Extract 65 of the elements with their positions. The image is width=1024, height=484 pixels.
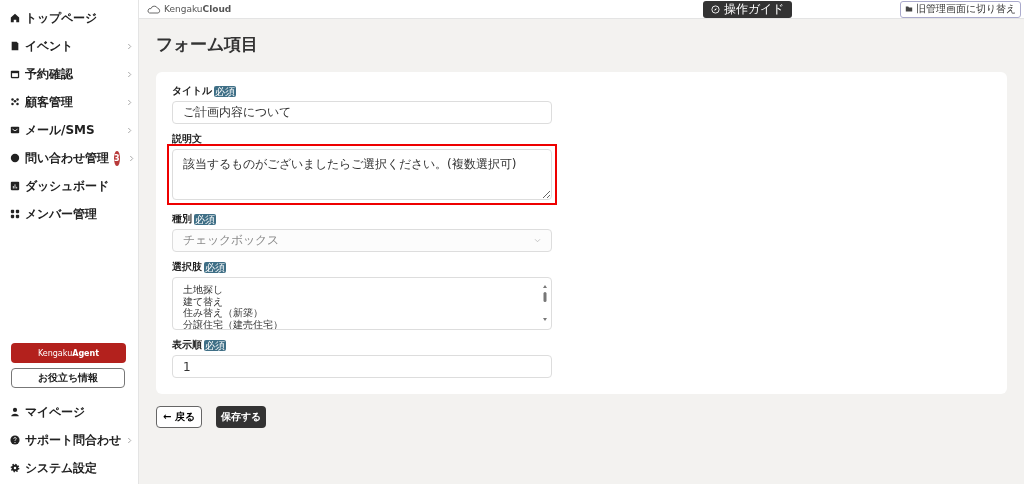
sidebar-item[interactable]: メンバー管理 bbox=[0, 200, 138, 228]
required-badge: 必須 bbox=[194, 213, 216, 225]
person-icon bbox=[10, 407, 20, 417]
sidebar-item-label: システム設定 bbox=[25, 459, 97, 477]
back-button[interactable]: ← 戻る bbox=[156, 406, 202, 428]
chevron-right-icon bbox=[127, 436, 132, 444]
logo-text: KengakuCloud bbox=[164, 4, 232, 14]
notification-badge: 3 bbox=[114, 150, 120, 166]
field-label: 説明文 bbox=[172, 132, 202, 146]
grid-icon bbox=[10, 209, 20, 219]
required-badge: 必須 bbox=[204, 339, 226, 351]
sidebar-item-label: 顧客管理 bbox=[25, 93, 73, 111]
sidebar-item[interactable]: マイページ bbox=[0, 398, 138, 426]
sidebar-item[interactable]: サポート問合わせ bbox=[0, 426, 138, 454]
home-icon bbox=[10, 13, 20, 23]
sidebar-item[interactable]: 予約確認 bbox=[0, 60, 138, 88]
sidebar-item[interactable]: ダッシュボード bbox=[0, 172, 138, 200]
field-label: 表示順 bbox=[172, 338, 202, 352]
field-label: 選択肢 bbox=[172, 260, 202, 274]
circle-icon bbox=[10, 153, 20, 163]
chevron-right-icon bbox=[127, 42, 132, 50]
description-textarea[interactable]: 該当するものがございましたらご選択ください。(複数選択可) bbox=[172, 149, 552, 200]
sidebar-item-label: ダッシュボード bbox=[25, 177, 109, 195]
cloud-logo-icon bbox=[147, 4, 161, 14]
guide-button[interactable]: 操作ガイド bbox=[703, 0, 792, 18]
info-button[interactable]: お役立ち情報 bbox=[11, 368, 125, 388]
dropdown-caret-icon bbox=[534, 238, 541, 243]
sidebar-item-label: サポート問合わせ bbox=[25, 431, 121, 449]
settings-icon bbox=[10, 463, 20, 473]
sidebar-item[interactable]: イベント bbox=[0, 32, 138, 60]
chart-icon bbox=[10, 181, 20, 191]
document-icon bbox=[10, 41, 20, 51]
mail-icon bbox=[10, 125, 20, 135]
sidebar-item[interactable]: トップページ bbox=[0, 4, 138, 32]
chevron-right-icon bbox=[127, 70, 132, 78]
sidebar-item-label: イベント bbox=[25, 37, 73, 55]
agent-button[interactable]: KengakuAgent bbox=[11, 343, 126, 363]
field-label: タイトル bbox=[172, 84, 212, 98]
chevron-right-icon bbox=[128, 154, 134, 162]
sidebar-item-label: メンバー管理 bbox=[25, 205, 97, 223]
sidebar-item-label: マイページ bbox=[25, 403, 85, 421]
sidebar-item-label: トップページ bbox=[25, 9, 97, 27]
people-icon bbox=[10, 97, 20, 107]
page-title: フォーム項目 bbox=[156, 33, 259, 56]
folder-icon bbox=[905, 5, 913, 13]
chevron-right-icon bbox=[127, 98, 132, 106]
required-badge: 必須 bbox=[214, 85, 236, 97]
sidebar-item-label: 問い合わせ管理 bbox=[25, 149, 109, 167]
help-icon bbox=[10, 435, 20, 445]
sidebar-item[interactable]: システム設定 bbox=[0, 454, 138, 482]
choices-textarea[interactable]: 土地探し 建て替え 住み替え（新築） 分譲住宅（建売住宅） bbox=[172, 277, 552, 330]
sidebar-item-label: 予約確認 bbox=[25, 65, 73, 83]
title-input[interactable]: ご計画内容について bbox=[172, 101, 552, 124]
compass-icon bbox=[711, 4, 720, 14]
sidebar-item[interactable]: メール/SMS bbox=[0, 116, 138, 144]
switch-button[interactable]: 旧管理画面に切り替え bbox=[900, 0, 1021, 18]
sidebar-item-label: メール/SMS bbox=[25, 121, 95, 139]
save-button[interactable]: 保存する bbox=[215, 406, 266, 428]
sidebar-item[interactable]: 顧客管理 bbox=[0, 88, 138, 116]
calendar-icon bbox=[10, 69, 20, 79]
field-label: 種別 bbox=[172, 212, 192, 226]
order-input[interactable]: 1 bbox=[172, 355, 552, 378]
chevron-right-icon bbox=[127, 126, 132, 134]
required-badge: 必須 bbox=[204, 261, 226, 273]
sidebar-item[interactable]: 問い合わせ管理 3 bbox=[0, 144, 138, 172]
